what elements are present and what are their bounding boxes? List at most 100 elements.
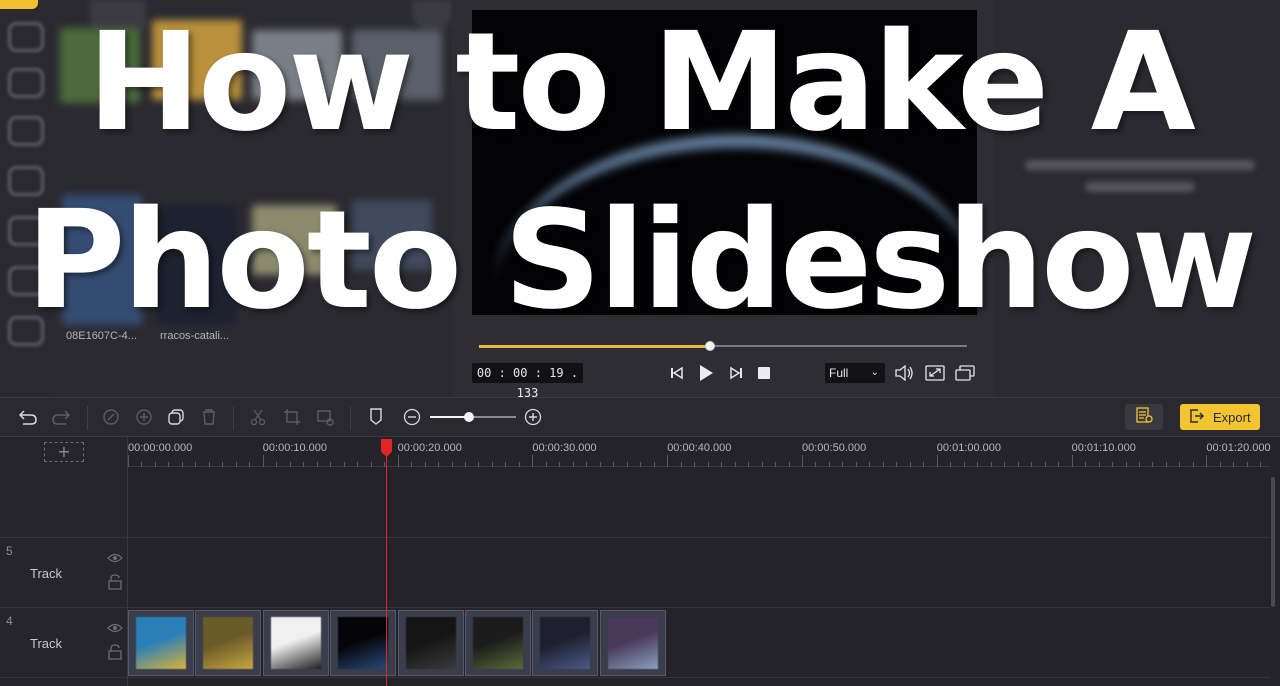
ruler-tick — [680, 462, 682, 467]
timeline-clip[interactable] — [262, 610, 329, 676]
timeline-clip[interactable] — [397, 610, 464, 676]
ruler-tick-label: 00:00:00.000 — [128, 442, 193, 454]
ruler-tick — [694, 462, 696, 467]
toolbar-separator — [87, 406, 88, 430]
crop-icon[interactable] — [281, 406, 303, 428]
timeline-scrollbar[interactable] — [1271, 477, 1275, 607]
ruler-tick — [950, 462, 952, 467]
ruler-tick — [572, 462, 574, 467]
timeline-clip[interactable] — [465, 610, 531, 676]
ruler-tick — [181, 462, 183, 467]
ruler-tick — [586, 462, 588, 467]
ruler-tick — [559, 462, 561, 467]
volume-icon[interactable] — [893, 362, 915, 384]
ruler-tick — [505, 462, 507, 467]
step-forward-icon[interactable] — [725, 362, 747, 384]
cut-icon[interactable] — [247, 406, 269, 428]
ruler-tick — [828, 462, 830, 467]
copy-icon[interactable] — [165, 406, 187, 428]
preview-zoom-select[interactable]: Full ⌄ — [825, 363, 885, 383]
ruler-tick-label: 00:00:10.000 — [262, 442, 328, 454]
timeline-clip[interactable] — [128, 610, 194, 676]
add-track-button[interactable]: + — [44, 442, 84, 462]
ruler-tick — [411, 462, 413, 467]
ruler-tick — [842, 462, 844, 467]
add-icon[interactable] — [133, 406, 155, 428]
export-icon — [1188, 408, 1204, 427]
zoom-in-icon[interactable] — [522, 406, 544, 428]
progress-fill — [479, 345, 711, 348]
ruler-tick — [1044, 462, 1046, 467]
redo-icon[interactable] — [50, 406, 72, 428]
ruler-tick — [343, 462, 345, 467]
undo-icon[interactable] — [17, 406, 39, 428]
ruler-tick — [855, 462, 857, 467]
ruler-tick — [222, 462, 224, 467]
ruler-tick — [289, 462, 291, 467]
marker-icon[interactable] — [365, 406, 387, 428]
ruler-tick — [896, 462, 898, 467]
ruler-tick — [397, 455, 399, 467]
ruler-tick — [451, 462, 453, 467]
playhead-line[interactable] — [386, 442, 387, 686]
ruler-tick — [262, 455, 264, 467]
progress-knob[interactable] — [705, 341, 716, 351]
zoom-out-icon[interactable] — [401, 406, 423, 428]
zoom-select-value: Full — [829, 366, 849, 380]
timeline-clip[interactable] — [195, 610, 262, 676]
ruler-tick — [518, 462, 520, 467]
preview-progress-bar[interactable] — [479, 341, 967, 351]
clip-thumbnail — [473, 617, 523, 669]
lock-icon[interactable] — [106, 574, 124, 590]
timeline-clip[interactable] — [532, 610, 599, 676]
more-icon[interactable] — [314, 406, 336, 428]
export-button[interactable]: Export — [1180, 404, 1260, 430]
ruler-tick — [1017, 462, 1019, 467]
ruler-tick — [370, 462, 372, 467]
ruler-tick — [761, 462, 763, 467]
text-to-speech-button[interactable] — [1125, 404, 1163, 430]
timeline-clip[interactable] — [599, 610, 666, 676]
ruler-tick — [1192, 462, 1194, 467]
ruler-tick — [1112, 462, 1114, 467]
ruler-tick — [626, 462, 628, 467]
ruler-tick — [478, 462, 480, 467]
ruler-tick — [775, 462, 777, 467]
time-ruler[interactable]: 00:00:00.000 00:00:10.000 00:00:20.000 00:0… — [128, 437, 1271, 467]
fullscreen-icon[interactable] — [924, 362, 946, 384]
clip-thumbnail — [607, 617, 658, 669]
timeline: + 00:00:00.000 00:00:10.000 00:00:20.000 00… — [0, 437, 1280, 686]
ruler-tick — [1165, 462, 1167, 467]
ruler-tick — [599, 462, 601, 467]
play-icon[interactable] — [695, 362, 717, 384]
zoom-slider-knob[interactable] — [463, 412, 474, 422]
ruler-tick-label: 00:01:00.000 — [936, 442, 1002, 454]
headline-line-2: Photo Slideshow — [25, 182, 1257, 340]
ruler-tick — [1098, 462, 1100, 467]
detach-window-icon[interactable] — [954, 362, 976, 384]
ruler-tick — [1206, 455, 1208, 467]
edit-icon[interactable] — [100, 406, 122, 428]
track-row: 5 Track — [0, 538, 1270, 608]
ruler-tick — [128, 455, 129, 467]
lock-icon[interactable] — [106, 644, 124, 660]
timeline-zoom-slider[interactable] — [430, 412, 516, 422]
ruler-tick — [424, 462, 426, 467]
eye-icon[interactable] — [106, 620, 124, 636]
track-number: 5 — [6, 544, 13, 558]
ruler-tick — [815, 462, 817, 467]
ruler-tick — [316, 462, 318, 467]
ruler-tick — [195, 462, 197, 467]
track-number: 4 — [6, 614, 13, 628]
ruler-tick — [357, 462, 359, 467]
delete-icon[interactable] — [198, 406, 220, 428]
step-back-icon[interactable] — [666, 362, 688, 384]
ruler-tick — [1004, 462, 1006, 467]
clip-thumbnail — [338, 617, 389, 669]
ruler-tick — [721, 462, 723, 467]
eye-icon[interactable] — [106, 550, 124, 566]
ruler-tick — [465, 462, 466, 467]
ruler-tick — [235, 462, 237, 467]
ruler-tick — [154, 462, 156, 467]
stop-icon[interactable] — [753, 362, 775, 384]
